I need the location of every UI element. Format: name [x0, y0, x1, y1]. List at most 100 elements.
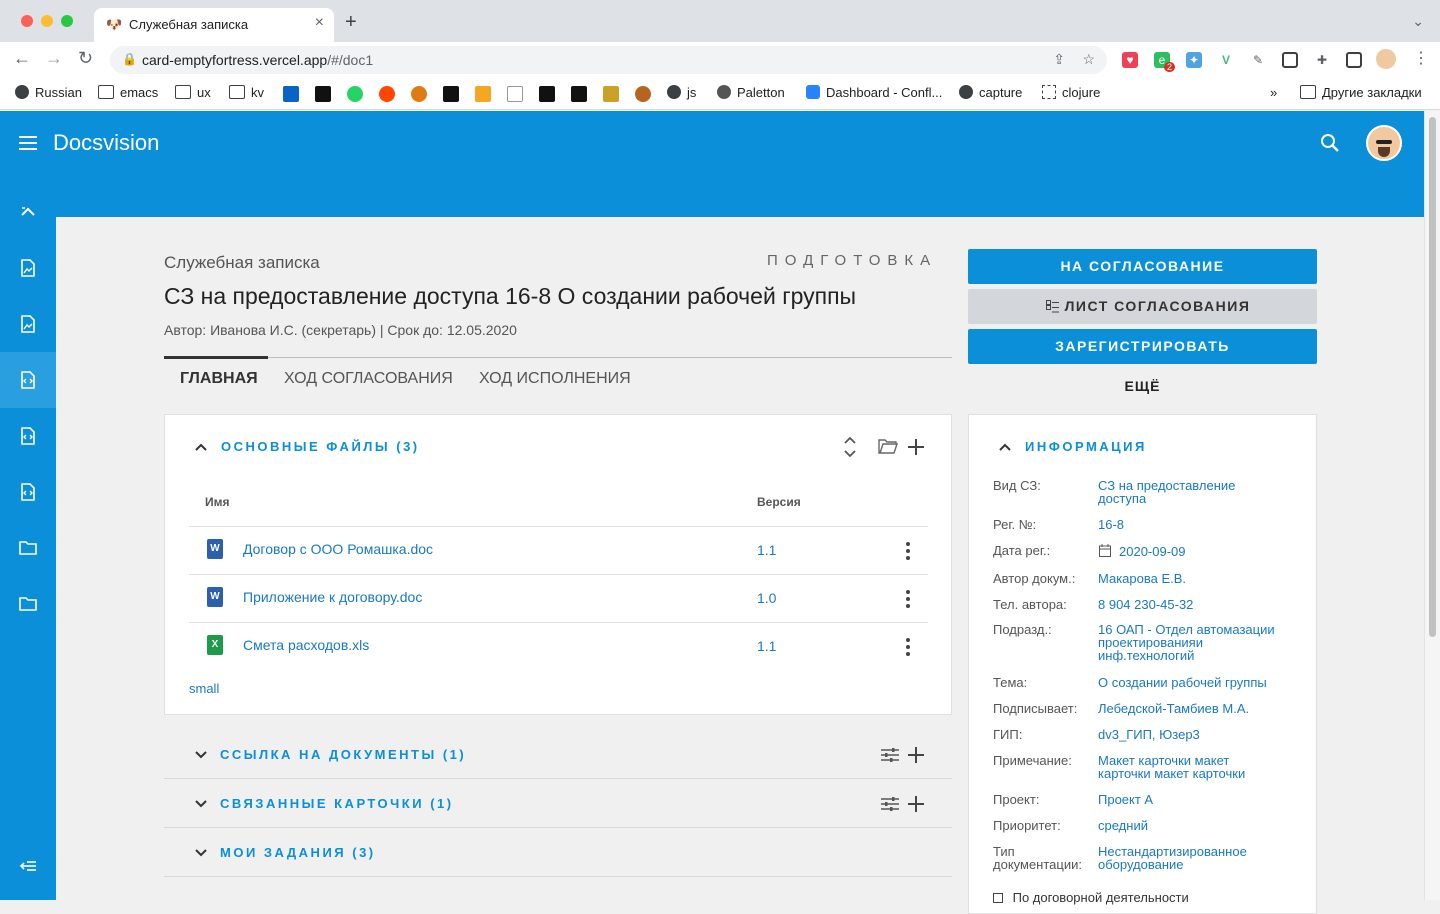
- info-section-heading[interactable]: ИНФОРМАЦИЯ: [1025, 439, 1147, 454]
- file-version[interactable]: 1.0: [757, 590, 776, 606]
- chevron-up-icon[interactable]: [998, 440, 1012, 454]
- new-tab-icon[interactable]: +: [345, 11, 357, 34]
- my-tasks-heading[interactable]: МОИ ЗАДАНИЯ (3): [220, 845, 376, 860]
- filter-sliders-icon[interactable]: [880, 795, 900, 813]
- info-value[interactable]: 2020-09-09: [1119, 545, 1319, 558]
- tab-main[interactable]: ГЛАВНАЯ: [180, 370, 258, 388]
- code-document-icon[interactable]: [19, 427, 37, 445]
- info-value[interactable]: 8 904 230-45-32: [1098, 598, 1298, 611]
- code-document-icon[interactable]: [19, 483, 37, 501]
- bookmark-kv[interactable]: kv: [229, 85, 264, 100]
- gear-bookmark-icon[interactable]: [411, 86, 427, 102]
- vue-extension-icon[interactable]: V: [1218, 52, 1234, 68]
- compass-extension-icon[interactable]: ✦: [1186, 52, 1202, 68]
- browser-tab[interactable]: 🐶 Служебная записка ×: [94, 8, 334, 42]
- file-menu-icon[interactable]: [906, 590, 910, 611]
- bookmark-emacs[interactable]: emacs: [98, 85, 158, 100]
- forward-arrow-icon[interactable]: →: [45, 48, 63, 69]
- address-bar[interactable]: 🔒 card-emptyfortress.vercel.app/#/doc1 ⇪…: [110, 46, 1107, 74]
- links-section-heading[interactable]: ССЫЛКА НА ДОКУМЕНТЫ (1): [220, 747, 466, 762]
- profile-avatar-icon[interactable]: [1376, 49, 1396, 69]
- tab-approval-progress[interactable]: ХОД СОГЛАСОВАНИЯ: [284, 370, 453, 388]
- info-value[interactable]: Макет карточки макет карточки макет карт…: [1098, 754, 1273, 780]
- bookmark-capture[interactable]: capture: [959, 85, 1022, 100]
- info-value[interactable]: Проект А: [1098, 793, 1298, 806]
- info-value[interactable]: Нестандартизированное оборудование: [1098, 845, 1278, 871]
- reddit-bookmark-icon[interactable]: [379, 86, 395, 102]
- file-name-link[interactable]: Договор с ООО Ромашка.doc: [243, 541, 433, 557]
- open-folder-icon[interactable]: [878, 437, 898, 455]
- column-header-version[interactable]: Версия: [757, 495, 801, 509]
- user-avatar[interactable]: [1366, 125, 1402, 161]
- bookmark-js[interactable]: js: [667, 85, 696, 100]
- puzzle-extensions-icon[interactable]: ✚: [1314, 52, 1330, 68]
- file-name-link[interactable]: Приложение к договору.doc: [243, 589, 422, 605]
- tab-search-chevron-icon[interactable]: ⌄: [1412, 13, 1424, 30]
- file-version[interactable]: 1.1: [757, 542, 776, 558]
- related-cards-heading[interactable]: СВЯЗАННЫЕ КАРТОЧКИ (1): [220, 796, 454, 811]
- info-value[interactable]: 16-8: [1098, 518, 1298, 531]
- file-name-link[interactable]: Смета расходов.xls: [243, 637, 369, 653]
- share-icon[interactable]: ⇪: [1053, 51, 1065, 68]
- maximize-window-button[interactable]: [61, 15, 73, 27]
- info-value[interactable]: Лебедской-Тамбиев М.А.: [1098, 702, 1298, 715]
- terminal-bookmark-icon[interactable]: [443, 86, 459, 102]
- add-link-icon[interactable]: [907, 746, 925, 764]
- minimize-window-button[interactable]: [41, 15, 53, 27]
- folder-icon[interactable]: [19, 595, 37, 613]
- pocket-extension-icon[interactable]: ♥: [1122, 52, 1138, 68]
- page-scrollbar[interactable]: [1424, 111, 1440, 900]
- reload-icon[interactable]: ↻: [78, 48, 93, 69]
- more-actions-button[interactable]: ЕЩЁ: [968, 378, 1317, 394]
- chevron-down-icon[interactable]: [194, 846, 208, 860]
- hamburger-menu-icon[interactable]: [19, 136, 37, 150]
- image-document-icon[interactable]: [19, 315, 37, 333]
- scrollbar-thumb[interactable]: [1429, 117, 1436, 637]
- search-icon[interactable]: [1320, 133, 1340, 153]
- bookmark-star-icon[interactable]: ☆: [1082, 51, 1095, 68]
- share-bookmark-icon[interactable]: [475, 86, 491, 102]
- info-value[interactable]: СЗ на предоставление доступа: [1098, 479, 1268, 505]
- bookmark-russian[interactable]: Russian: [15, 85, 82, 100]
- screenshot-extension-icon[interactable]: [1282, 52, 1298, 68]
- info-value[interactable]: Макарова Е.В.: [1098, 572, 1298, 585]
- info-value[interactable]: средний: [1098, 819, 1298, 832]
- eyedropper-extension-icon[interactable]: ✎: [1250, 52, 1266, 68]
- yc-bookmark-icon[interactable]: [507, 86, 523, 102]
- small-link[interactable]: small: [189, 681, 219, 696]
- chevron-down-icon[interactable]: [194, 748, 208, 762]
- bookmark-ux[interactable]: ux: [175, 85, 211, 100]
- back-arrow-icon[interactable]: ←: [13, 48, 31, 69]
- info-value[interactable]: dv3_ГИП, Юзер3: [1098, 728, 1298, 741]
- contract-activity-checkbox-row[interactable]: По договорной деятельности: [993, 890, 1189, 905]
- whatsapp-bookmark-icon[interactable]: [347, 86, 363, 102]
- medium-bookmark-icon[interactable]: [571, 86, 587, 102]
- close-tab-icon[interactable]: ×: [315, 14, 324, 32]
- browser-menu-icon[interactable]: ⋮: [1413, 48, 1429, 68]
- outlook-bookmark-icon[interactable]: [283, 86, 299, 102]
- m-bookmark-icon[interactable]: [539, 86, 555, 102]
- file-version[interactable]: 1.1: [757, 638, 776, 654]
- column-header-name[interactable]: Имя: [205, 495, 230, 509]
- add-file-icon[interactable]: [907, 438, 925, 456]
- info-value[interactable]: О создании рабочей группы: [1098, 676, 1298, 689]
- c-bookmark-icon[interactable]: [315, 86, 331, 102]
- image-document-icon[interactable]: [19, 259, 37, 277]
- code-document-icon[interactable]: [19, 371, 37, 389]
- chevron-up-icon[interactable]: [194, 440, 208, 454]
- collapse-sidebar-icon[interactable]: [19, 857, 37, 875]
- add-card-icon[interactable]: [907, 795, 925, 813]
- pattern-bookmark-icon[interactable]: [603, 86, 619, 102]
- bookmark-dashboard[interactable]: Dashboard - Confl...: [806, 85, 942, 100]
- bookmark-clojure[interactable]: clojure: [1042, 85, 1100, 100]
- other-bookmarks-folder[interactable]: Другие закладки: [1300, 85, 1422, 100]
- send-for-approval-button[interactable]: НА СОГЛАСОВАНИЕ: [968, 249, 1317, 284]
- info-value[interactable]: 16 ОАП - Отдел автомазации проектировани…: [1098, 623, 1293, 662]
- chevron-down-icon[interactable]: [194, 797, 208, 811]
- collapse-up-icon[interactable]: [19, 203, 37, 221]
- approval-sheet-button[interactable]: ЛИСТ СОГЛАСОВАНИЯ: [968, 289, 1317, 324]
- filter-sliders-icon[interactable]: [880, 746, 900, 764]
- tab-execution-progress[interactable]: ХОД ИСПОЛНЕНИЯ: [479, 370, 631, 388]
- register-button[interactable]: ЗАРЕГИСТРИРОВАТЬ: [968, 329, 1317, 364]
- checkbox[interactable]: [993, 893, 1003, 903]
